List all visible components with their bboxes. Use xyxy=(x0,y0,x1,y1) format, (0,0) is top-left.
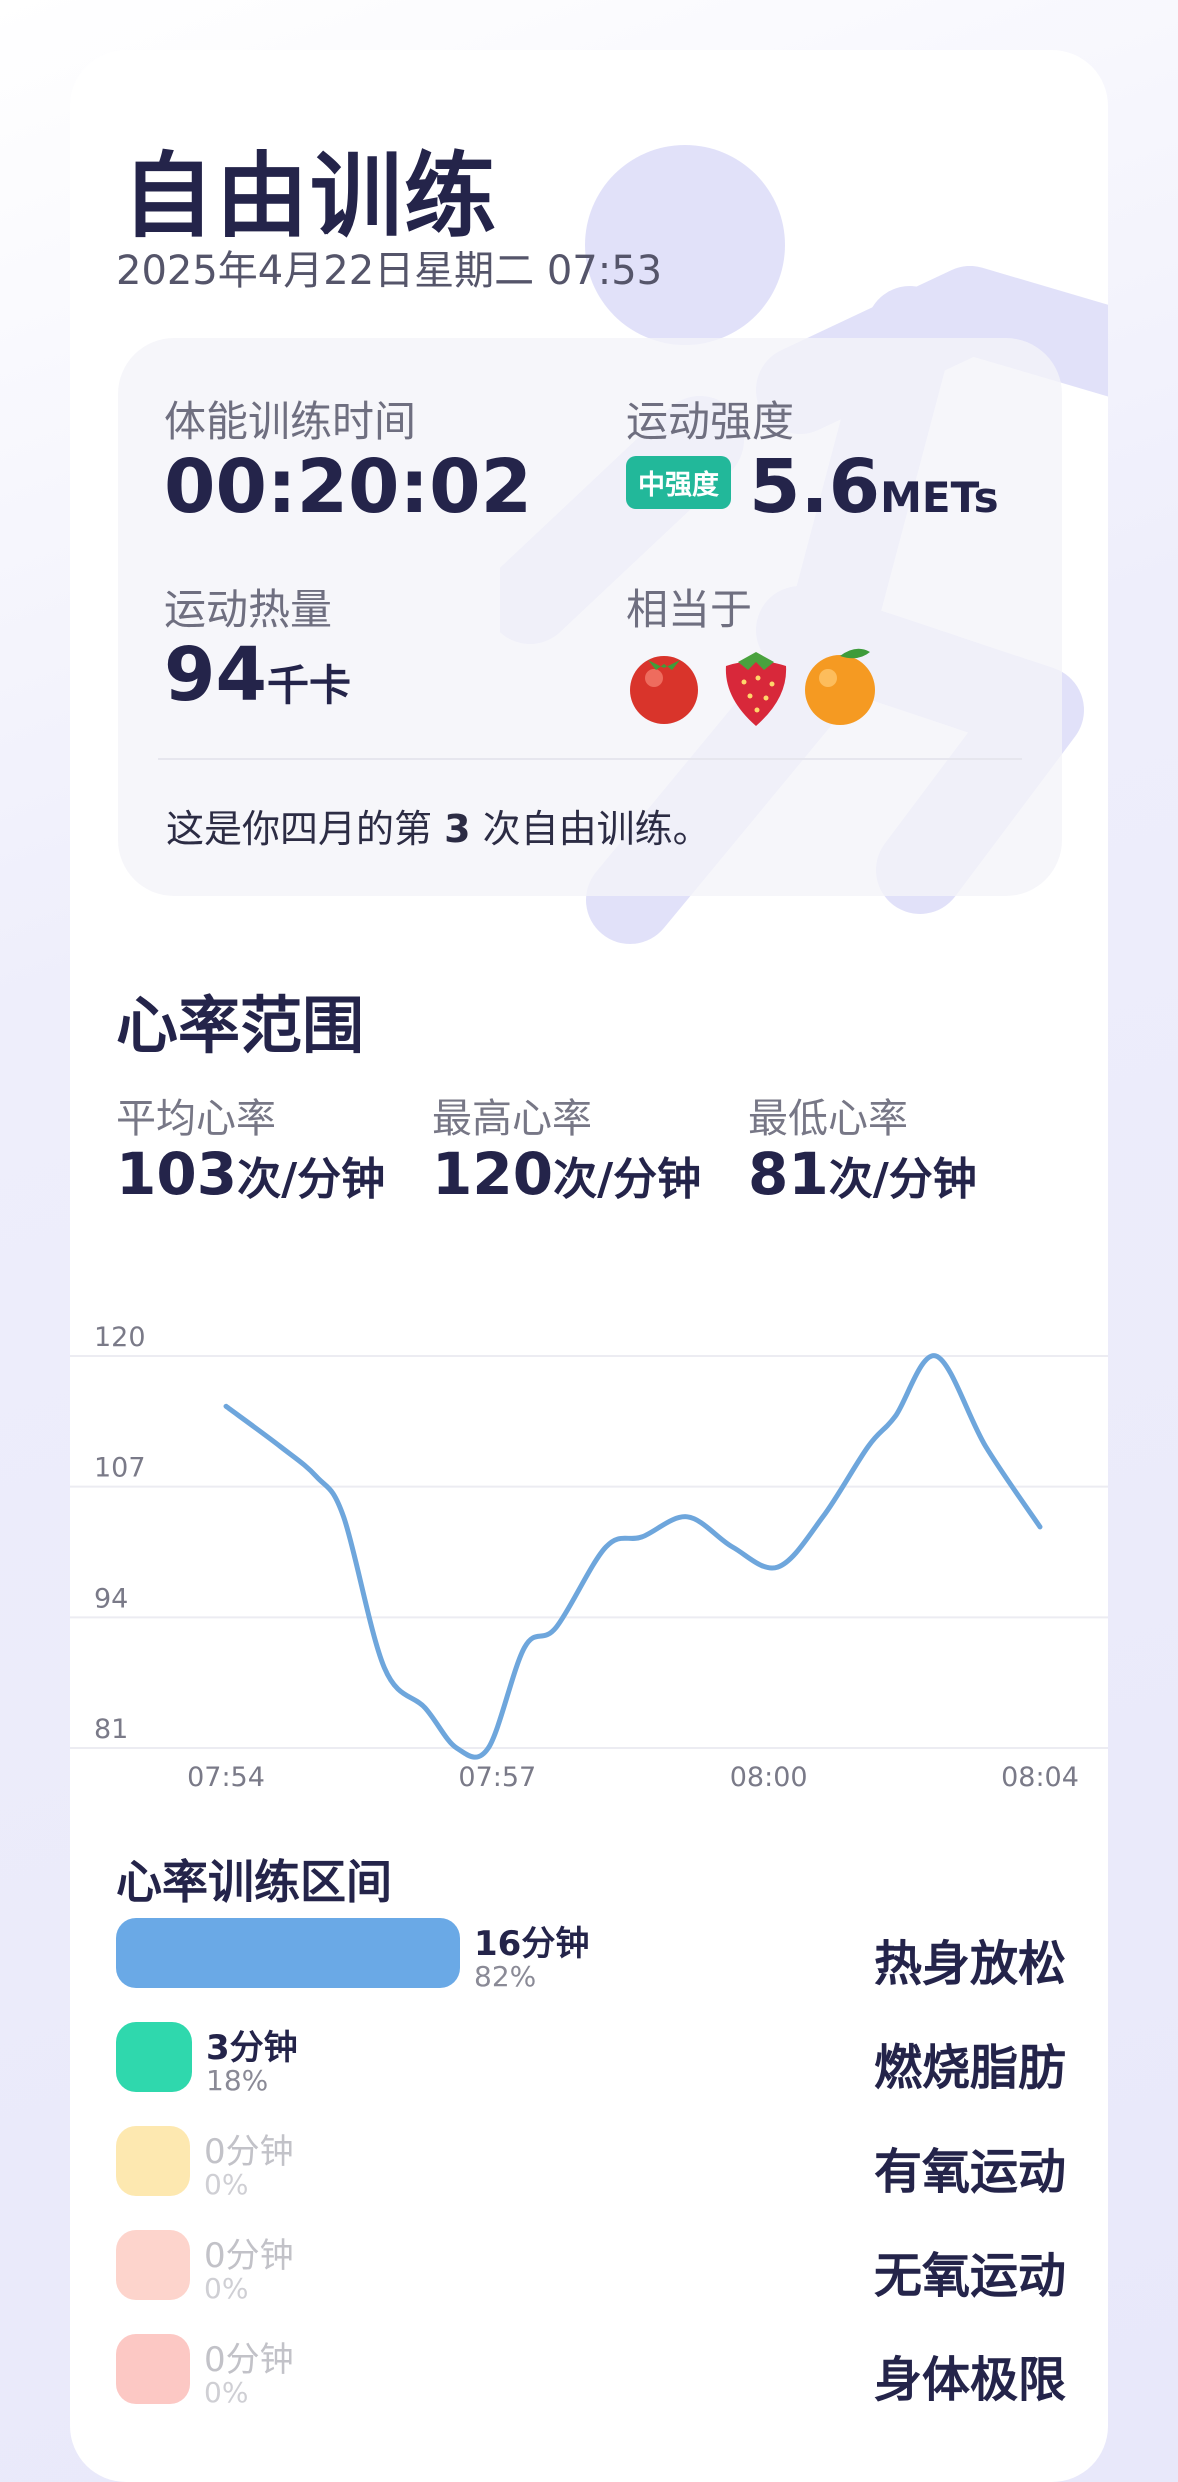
workout-summary-panel: 体能训练时间 00:20:02 运动强度 中强度 5.6METs 运动热量 94千… xyxy=(118,338,1062,896)
zone-bar xyxy=(116,2230,190,2300)
training-time-label: 体能训练时间 xyxy=(164,397,417,446)
summary-divider xyxy=(158,758,1022,760)
food-equivalents xyxy=(630,648,875,726)
training-time-value: 00:20:02 xyxy=(164,444,533,530)
min-heart-rate-value: 81 xyxy=(748,1140,829,1208)
strawberry-icon xyxy=(725,652,787,726)
y-tick-label: 120 xyxy=(94,1322,146,1353)
workout-datetime: 2025年4月22日星期二 07:53 xyxy=(116,248,663,294)
y-tick-label: 107 xyxy=(94,1453,146,1484)
zone-percent: 0% xyxy=(204,2272,249,2305)
min-heart-rate-label: 最低心率 xyxy=(748,1096,908,1142)
x-tick-label: 08:04 xyxy=(1001,1762,1079,1793)
calories-value-group: 94千卡 xyxy=(164,632,351,718)
zone-duration: 0分钟 xyxy=(204,2340,294,2380)
zone-row: 16分钟 82% 热身放松 xyxy=(116,1912,1066,2008)
zone-duration: 0分钟 xyxy=(204,2236,294,2276)
monthly-count-prefix: 这是你四月的第 xyxy=(166,807,445,851)
max-heart-rate-value: 120 xyxy=(432,1140,554,1208)
zone-row: 0分钟 0% 无氧运动 xyxy=(116,2224,1066,2320)
avg-heart-rate-value-group: 103次/分钟 xyxy=(116,1140,385,1208)
zone-percent: 18% xyxy=(206,2064,269,2097)
workout-card: 自由训练 2025年4月22日星期二 07:53 体能训练时间 00:20:02… xyxy=(70,50,1108,2482)
monthly-count-number: 3 xyxy=(444,807,471,851)
zone-duration: 0分钟 xyxy=(204,2132,294,2172)
zone-bar xyxy=(116,2126,190,2196)
max-heart-rate-value-group: 120次/分钟 xyxy=(432,1140,701,1208)
zone-name: 热身放松 xyxy=(873,1936,1066,1992)
tomato-icon xyxy=(630,656,698,724)
avg-heart-rate-label: 平均心率 xyxy=(116,1096,276,1142)
zone-name: 燃烧脂肪 xyxy=(873,2040,1066,2096)
calories-value: 94 xyxy=(164,632,267,718)
orange-icon xyxy=(805,648,875,725)
zone-percent: 82% xyxy=(474,1960,537,1993)
avg-heart-rate-value: 103 xyxy=(116,1140,238,1208)
zone-percent: 0% xyxy=(204,2168,249,2201)
heart-rate-zones-title: 心率训练区间 xyxy=(116,1855,392,1909)
calories-unit: 千卡 xyxy=(266,661,351,710)
zone-row: 0分钟 0% 身体极限 xyxy=(116,2328,1066,2424)
monthly-count-text: 这是你四月的第 3 次自由训练。 xyxy=(166,798,711,853)
heart-rate-section-title: 心率范围 xyxy=(116,989,365,1062)
max-heart-rate-unit: 次/分钟 xyxy=(553,1154,702,1205)
intensity-label: 运动强度 xyxy=(626,397,795,446)
intensity-value-group: 中强度 5.6METs xyxy=(626,444,999,530)
min-heart-rate-unit: 次/分钟 xyxy=(828,1154,977,1205)
intensity-value: 5.6 xyxy=(749,444,881,530)
heart-rate-chart: 81 94 107 120 07:54 07:57 08:00 08:04 xyxy=(70,1322,1108,1793)
workout-title: 自由训练 xyxy=(122,143,499,250)
zone-name: 有氧运动 xyxy=(873,2144,1066,2200)
zone-duration: 3分钟 xyxy=(206,2028,298,2068)
zone-row: 3分钟 18% 燃烧脂肪 xyxy=(116,2016,1066,2112)
heart-rate-line xyxy=(223,1353,1043,1760)
intensity-badge: 中强度 xyxy=(626,456,731,509)
y-tick-label: 81 xyxy=(94,1714,128,1745)
zone-percent: 0% xyxy=(204,2376,249,2409)
intensity-unit: METs xyxy=(880,473,999,522)
zone-name: 身体极限 xyxy=(873,2352,1066,2408)
monthly-count-suffix: 次自由训练。 xyxy=(470,807,711,851)
zone-bar xyxy=(116,1918,460,1988)
zone-bar xyxy=(116,2334,190,2404)
y-tick-label: 94 xyxy=(94,1583,128,1614)
zone-duration: 16分钟 xyxy=(474,1924,590,1964)
equivalent-label: 相当于 xyxy=(626,585,753,634)
x-tick-label: 08:00 xyxy=(730,1762,808,1793)
x-tick-label: 07:54 xyxy=(187,1762,265,1793)
zone-row: 0分钟 0% 有氧运动 xyxy=(116,2120,1066,2216)
zone-bar xyxy=(116,2022,192,2092)
avg-heart-rate-unit: 次/分钟 xyxy=(237,1154,386,1205)
min-heart-rate-value-group: 81次/分钟 xyxy=(748,1140,977,1208)
max-heart-rate-label: 最高心率 xyxy=(432,1096,592,1142)
zone-name: 无氧运动 xyxy=(873,2248,1066,2304)
x-tick-label: 07:57 xyxy=(458,1762,536,1793)
calories-label: 运动热量 xyxy=(164,585,333,634)
